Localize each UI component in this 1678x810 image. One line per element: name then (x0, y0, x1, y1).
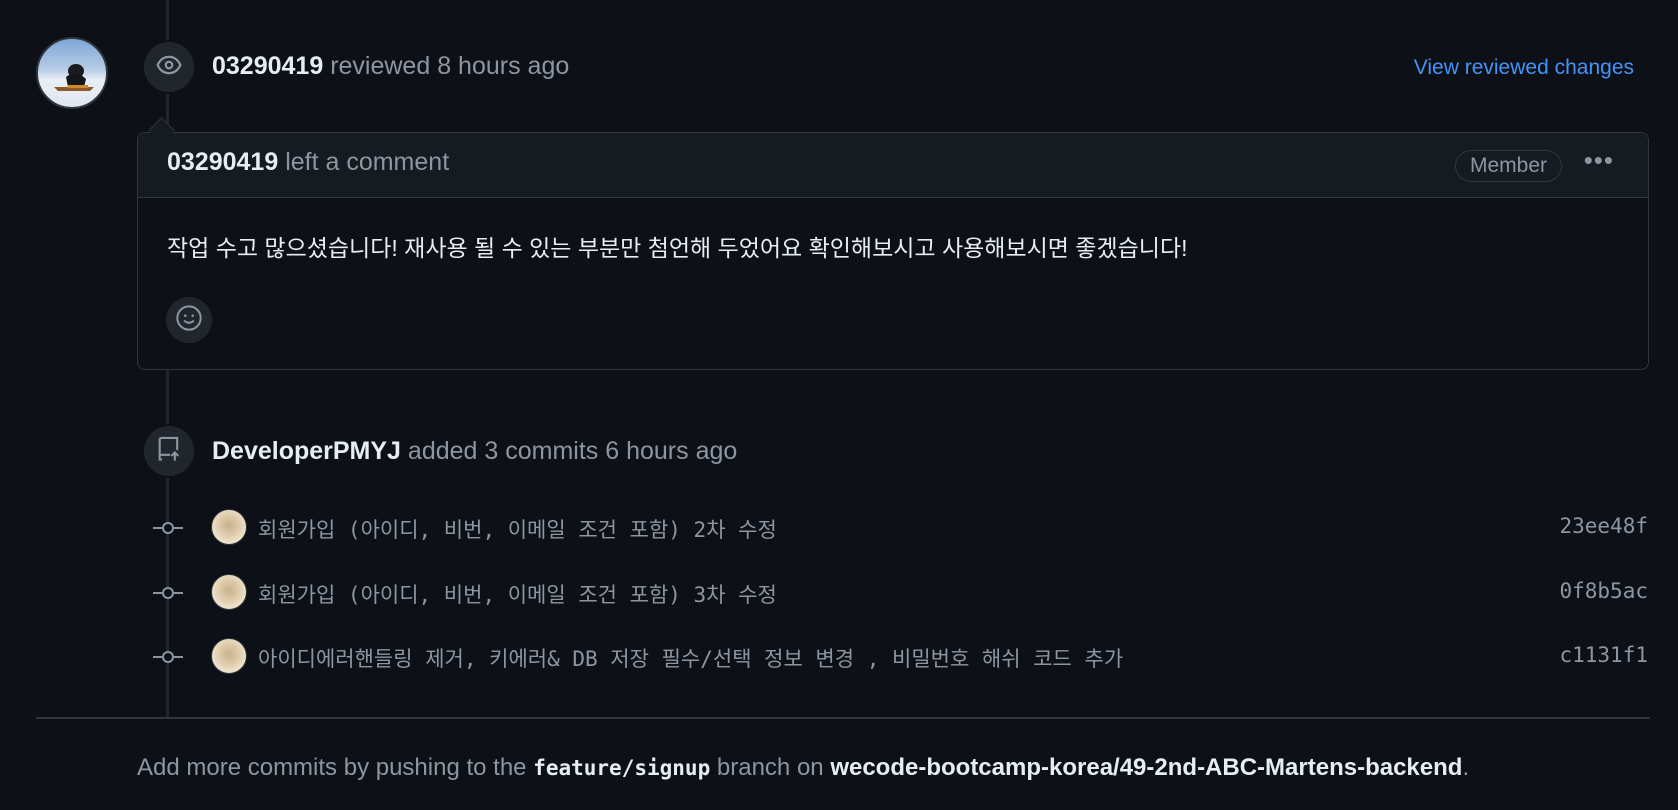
comment-action: left a comment (285, 148, 450, 176)
commit-message[interactable]: 회원가입 (아이디, 비번, 이메일 조건 포함) 2차 수정 (258, 514, 777, 544)
commit-sha[interactable]: 0f8b5ac (1559, 579, 1648, 603)
commits-event-badge (142, 424, 196, 478)
add-reaction-button[interactable] (166, 297, 212, 343)
commit-row: 아이디에러핸들링 제거, 키에러& DB 저장 필수/선택 정보 변경 , 비밀… (0, 637, 1678, 677)
branch-name: feature/signup (533, 756, 711, 780)
commit-author-avatar[interactable] (211, 509, 247, 545)
comment-author[interactable]: 03290419 (167, 148, 278, 176)
commit-sha[interactable]: 23ee48f (1559, 514, 1648, 538)
commits-header: DeveloperPMYJ added 3 commits 6 hours ag… (212, 437, 737, 466)
commit-author-avatar[interactable] (211, 574, 247, 610)
eye-icon (156, 52, 182, 83)
smiley-icon (175, 304, 203, 337)
comment-options-button[interactable]: ••• (1584, 145, 1614, 176)
commits-author[interactable]: DeveloperPMYJ (212, 437, 401, 465)
review-action: reviewed (330, 52, 431, 80)
commit-sha[interactable]: c1131f1 (1559, 643, 1648, 667)
commits-time[interactable]: 6 hours ago (605, 437, 737, 465)
commit-row: 회원가입 (아이디, 비번, 이메일 조건 포함) 2차 수정 23ee48f (0, 508, 1678, 548)
comment-body: 작업 수고 많으셨습니다! 재사용 될 수 있는 부분만 첨언해 두었어요 확인… (167, 235, 1188, 261)
push-hint-middle: branch on (716, 754, 824, 781)
review-header: 03290419 reviewed 8 hours ago (212, 52, 569, 81)
review-comment: 03290419 left a comment Member ••• 작업 수고… (137, 132, 1649, 370)
commit-message[interactable]: 회원가입 (아이디, 비번, 이메일 조건 포함) 3차 수정 (258, 579, 777, 609)
commit-row: 회원가입 (아이디, 비번, 이메일 조건 포함) 3차 수정 0f8b5ac (0, 573, 1678, 613)
repo-push-icon (155, 435, 183, 468)
commit-author-avatar[interactable] (211, 638, 247, 674)
avatar-image (48, 64, 100, 97)
member-badge: Member (1454, 150, 1562, 182)
review-author[interactable]: 03290419 (212, 52, 323, 80)
push-hint: Add more commits by pushing to the featu… (137, 754, 1469, 782)
git-commit-icon (153, 649, 183, 665)
repo-link[interactable]: wecode-bootcamp-korea/49-2nd-ABC-Martens… (830, 754, 1462, 781)
commit-message[interactable]: 아이디에러핸들링 제거, 키에러& DB 저장 필수/선택 정보 변경 , 비밀… (258, 643, 1123, 673)
view-reviewed-changes-link[interactable]: View reviewed changes (1414, 56, 1634, 80)
timeline-divider (36, 717, 1650, 719)
review-event-badge (142, 40, 196, 94)
comment-header: 03290419 left a comment Member ••• (138, 133, 1648, 198)
reviewer-avatar[interactable] (36, 37, 108, 109)
git-commit-icon (153, 520, 183, 536)
commits-action: added 3 commits (407, 437, 599, 465)
review-time[interactable]: 8 hours ago (437, 52, 569, 80)
push-hint-suffix: . (1462, 754, 1470, 781)
git-commit-icon (153, 585, 183, 601)
push-hint-prefix: Add more commits by pushing to the (137, 754, 527, 781)
